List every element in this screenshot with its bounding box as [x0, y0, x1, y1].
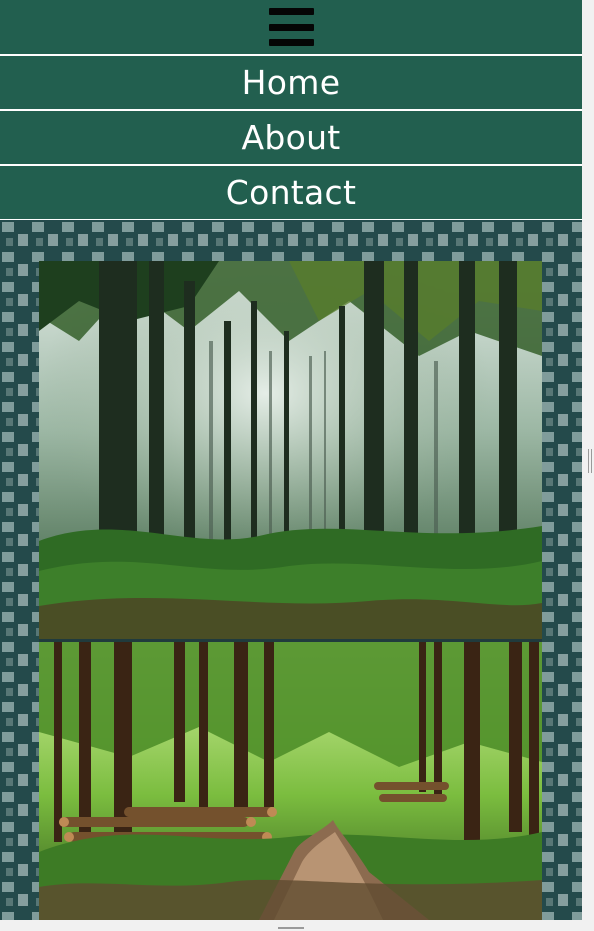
- hamburger-line-icon: [268, 8, 314, 15]
- hamburger-line-icon: [268, 39, 314, 46]
- navigation: Home About Contact: [0, 0, 582, 219]
- forest-image-graphic: [39, 261, 542, 639]
- forest-image: [39, 261, 542, 639]
- hamburger-menu-icon[interactable]: [268, 8, 314, 46]
- nav-link-contact[interactable]: Contact: [0, 166, 582, 219]
- page: Home About Contact: [0, 0, 594, 931]
- resize-handle-icon[interactable]: [588, 449, 592, 473]
- menu-bar: [0, 0, 582, 54]
- window-bottom-edge: [0, 920, 594, 931]
- forest-path-graphic: [39, 642, 542, 920]
- hero-section: [0, 220, 582, 920]
- nav-link-home[interactable]: Home: [0, 56, 582, 109]
- forest-path-image: [39, 642, 542, 920]
- hamburger-line-icon: [268, 23, 314, 31]
- bottom-resize-handle-icon[interactable]: [278, 927, 304, 929]
- nav-link-about[interactable]: About: [0, 111, 582, 164]
